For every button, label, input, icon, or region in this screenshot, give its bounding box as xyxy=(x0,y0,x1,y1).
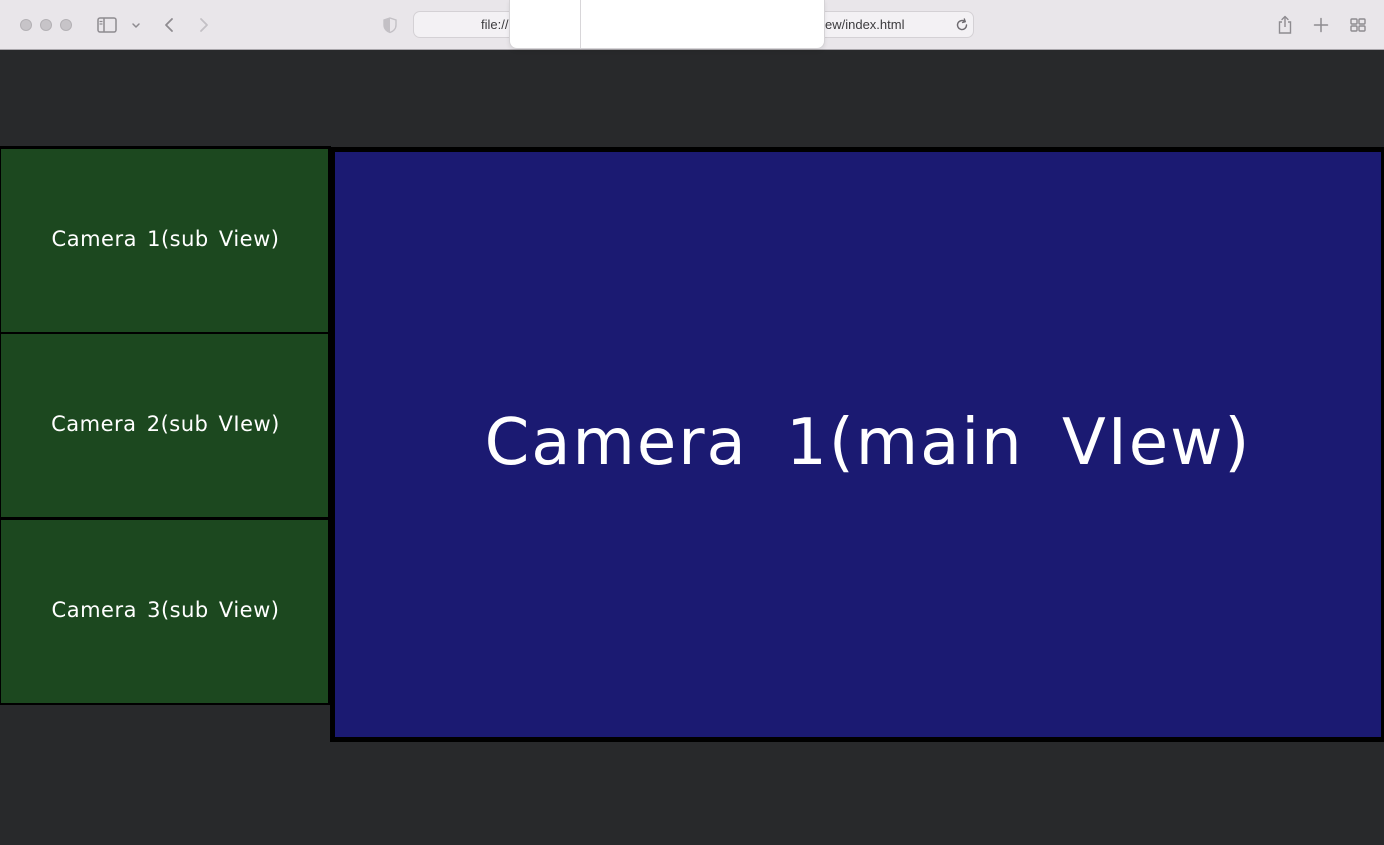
sub-view-label: Camera 2(sub VIew) xyxy=(51,411,280,436)
sub-view-column: Camera 1(sub View) Camera 2(sub VIew) Ca… xyxy=(0,146,331,705)
url-text-end: ew/index.html xyxy=(825,17,905,32)
back-arrow-icon[interactable] xyxy=(157,13,181,37)
zoom-window-button[interactable] xyxy=(60,19,72,31)
privacy-shield-icon[interactable] xyxy=(378,13,402,37)
camera-2-sub-view[interactable]: Camera 2(sub VIew) xyxy=(1,334,328,517)
camera-main-view[interactable]: Camera 1(main VIew) xyxy=(335,152,1381,737)
sub-view-label: Camera 1(sub View) xyxy=(51,226,280,251)
camera-layout: Camera 1(sub View) Camera 2(sub VIew) Ca… xyxy=(0,146,1384,742)
minimize-window-button[interactable] xyxy=(40,19,52,31)
new-tab-plus-icon[interactable] xyxy=(1309,13,1333,37)
camera-1-sub-view[interactable]: Camera 1(sub View) xyxy=(1,149,328,332)
reload-icon[interactable] xyxy=(954,17,970,33)
share-icon[interactable] xyxy=(1273,13,1297,37)
sidebar-toggle-icon[interactable] xyxy=(95,13,119,37)
blank-popup xyxy=(509,0,825,49)
close-window-button[interactable] xyxy=(20,19,32,31)
popup-divider xyxy=(580,0,581,48)
url-text-start: file:// xyxy=(481,17,509,32)
sub-view-label: Camera 3(sub View) xyxy=(51,597,280,622)
main-view-frame: Camera 1(main VIew) xyxy=(330,147,1384,742)
tab-overview-icon[interactable] xyxy=(1346,13,1370,37)
chevron-down-icon[interactable] xyxy=(124,13,148,37)
forward-arrow-icon[interactable] xyxy=(192,13,216,37)
main-view-label: Camera 1(main VIew) xyxy=(484,405,1252,480)
camera-3-sub-view[interactable]: Camera 3(sub View) xyxy=(1,520,328,703)
